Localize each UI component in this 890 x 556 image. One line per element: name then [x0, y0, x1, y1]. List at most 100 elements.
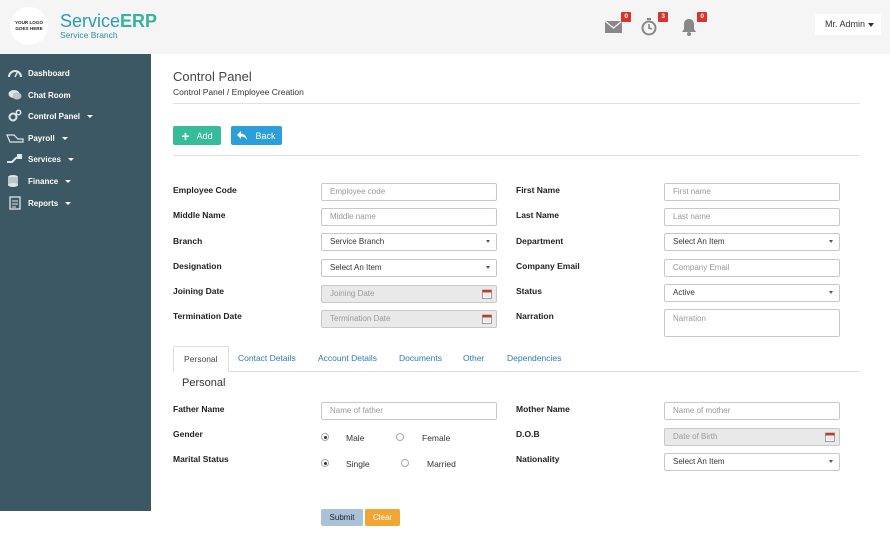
joining-date-label: Joining Date	[173, 286, 225, 296]
mother-name-input[interactable]: Name of mother	[664, 402, 840, 420]
sidebar-item-finance[interactable]: Finance	[0, 171, 151, 191]
chevron-down-icon	[65, 201, 72, 205]
designation-select-value: Select An Item	[330, 263, 382, 272]
breadcrumb[interactable]: Control Panel / Employee Creation	[173, 87, 304, 97]
divider	[173, 103, 860, 104]
back-button-label: Back	[255, 130, 276, 141]
chevron-down-icon	[65, 179, 72, 183]
gears-icon	[5, 109, 25, 123]
tab-account-details[interactable]: Account Details	[308, 346, 387, 372]
sidebar-item-control-panel[interactable]: Control Panel	[0, 106, 151, 126]
last-name-label: Last Name	[516, 210, 559, 220]
marital-married-radio[interactable]	[401, 459, 409, 467]
gender-label: Gender	[173, 429, 203, 439]
branch-label: Branch	[173, 236, 203, 246]
payroll-icon	[5, 131, 25, 145]
tab-other[interactable]: Other	[453, 346, 494, 372]
tab-documents[interactable]: Documents	[389, 346, 452, 372]
dob-placeholder: Date of Birth	[673, 432, 718, 441]
nationality-select-value: Select An Item	[673, 457, 725, 466]
bell-badge: 0	[697, 12, 707, 22]
narration-textarea[interactable]: Narration	[664, 309, 840, 337]
tab-bar: Personal Contact Details Account Details…	[173, 346, 860, 372]
sidebar-item-label: Finance	[28, 176, 59, 186]
tab-personal[interactable]: Personal	[173, 346, 229, 372]
mail-badge: 0	[621, 12, 631, 22]
calendar-icon[interactable]	[482, 289, 492, 299]
submit-button[interactable]: Submit	[321, 509, 363, 526]
joining-date-placeholder: Joining Date	[330, 289, 375, 298]
company-email-input[interactable]: Company Email	[664, 259, 840, 277]
joining-date-input[interactable]: Joining Date	[321, 285, 497, 303]
sidebar-item-label: Reports	[28, 198, 59, 208]
chevron-down-icon	[486, 266, 490, 269]
nationality-select[interactable]: Select An Item	[664, 453, 840, 471]
sidebar-item-label: Chat Room	[28, 90, 71, 100]
messages-button[interactable]: 0	[603, 12, 631, 38]
clear-button[interactable]: Clear	[365, 509, 400, 526]
brand-name: ServiceERP	[60, 11, 157, 31]
timer-icon	[641, 18, 657, 36]
chat-icon	[5, 88, 25, 102]
employee-code-input[interactable]: Employee code	[321, 183, 497, 201]
father-name-input[interactable]: Name of father	[321, 402, 497, 420]
user-menu[interactable]: Mr. Admin	[815, 14, 881, 35]
calendar-icon[interactable]	[482, 314, 492, 324]
user-name: Mr. Admin	[825, 19, 866, 29]
brand: ServiceERP Service Branch	[60, 11, 157, 40]
add-button[interactable]: + Add	[173, 126, 221, 145]
tab-dependencies[interactable]: Dependencies	[497, 346, 571, 372]
branch-select[interactable]: Service Branch	[321, 233, 497, 251]
plus-icon: +	[181, 127, 190, 144]
termination-date-input[interactable]: Termination Date	[321, 310, 497, 328]
dob-label: D.O.B	[516, 429, 540, 439]
back-button[interactable]: Back	[231, 126, 282, 145]
finance-icon	[5, 174, 25, 188]
calendar-icon[interactable]	[825, 432, 835, 442]
brand-erp: ERP	[120, 11, 158, 31]
notifications-button[interactable]: 0	[679, 12, 707, 38]
page-title: Control Panel	[173, 69, 252, 84]
marital-status-label: Marital Status	[173, 454, 229, 464]
department-select[interactable]: Select An Item	[664, 233, 840, 251]
brand-service: Service	[60, 11, 121, 31]
sidebar-item-services[interactable]: Services	[0, 149, 151, 169]
sidebar-item-label: Control Panel	[28, 111, 81, 121]
termination-date-placeholder: Termination Date	[330, 314, 391, 323]
sidebar-item-chat-room[interactable]: Chat Room	[0, 85, 151, 105]
designation-select[interactable]: Select An Item	[321, 259, 497, 277]
gender-female-radio[interactable]	[396, 433, 404, 441]
chevron-down-icon	[87, 114, 94, 118]
gender-male-label: Male	[346, 433, 365, 443]
marital-single-radio[interactable]	[321, 459, 329, 467]
designation-label: Designation	[173, 261, 222, 271]
sidebar-item-dashboard[interactable]: Dashboard	[0, 63, 151, 83]
personal-section-title: Personal	[182, 377, 226, 389]
marital-married-label: Married	[427, 459, 456, 469]
gender-female-label: Female	[422, 433, 451, 443]
sidebar-item-payroll[interactable]: Payroll	[0, 128, 151, 148]
reports-icon	[5, 196, 25, 210]
status-select-value: Active	[673, 288, 695, 297]
middle-name-label: Middle Name	[173, 210, 226, 220]
tab-contact-details[interactable]: Contact Details	[228, 346, 306, 372]
branch-select-value: Service Branch	[330, 237, 385, 246]
sidebar-item-reports[interactable]: Reports	[0, 193, 151, 213]
chevron-down-icon	[868, 22, 875, 27]
last-name-input[interactable]: Last name	[664, 208, 840, 226]
status-select[interactable]: Active	[664, 284, 840, 302]
timer-button[interactable]: 3	[640, 12, 668, 38]
gender-male-radio[interactable]	[321, 433, 329, 441]
father-name-label: Father Name	[173, 404, 225, 414]
sidebar-item-label: Dashboard	[28, 68, 70, 78]
bell-icon	[682, 19, 696, 36]
dob-input[interactable]: Date of Birth	[664, 428, 840, 446]
chevron-down-icon	[67, 157, 74, 161]
middle-name-input[interactable]: Middle name	[321, 208, 497, 226]
sidebar-item-label: Payroll	[28, 133, 55, 143]
narration-label: Narration	[516, 311, 554, 321]
marital-single-label: Single	[346, 459, 370, 469]
first-name-input[interactable]: First name	[664, 183, 840, 201]
brand-subtitle: Service Branch	[60, 30, 118, 40]
timer-badge: 3	[658, 12, 668, 22]
